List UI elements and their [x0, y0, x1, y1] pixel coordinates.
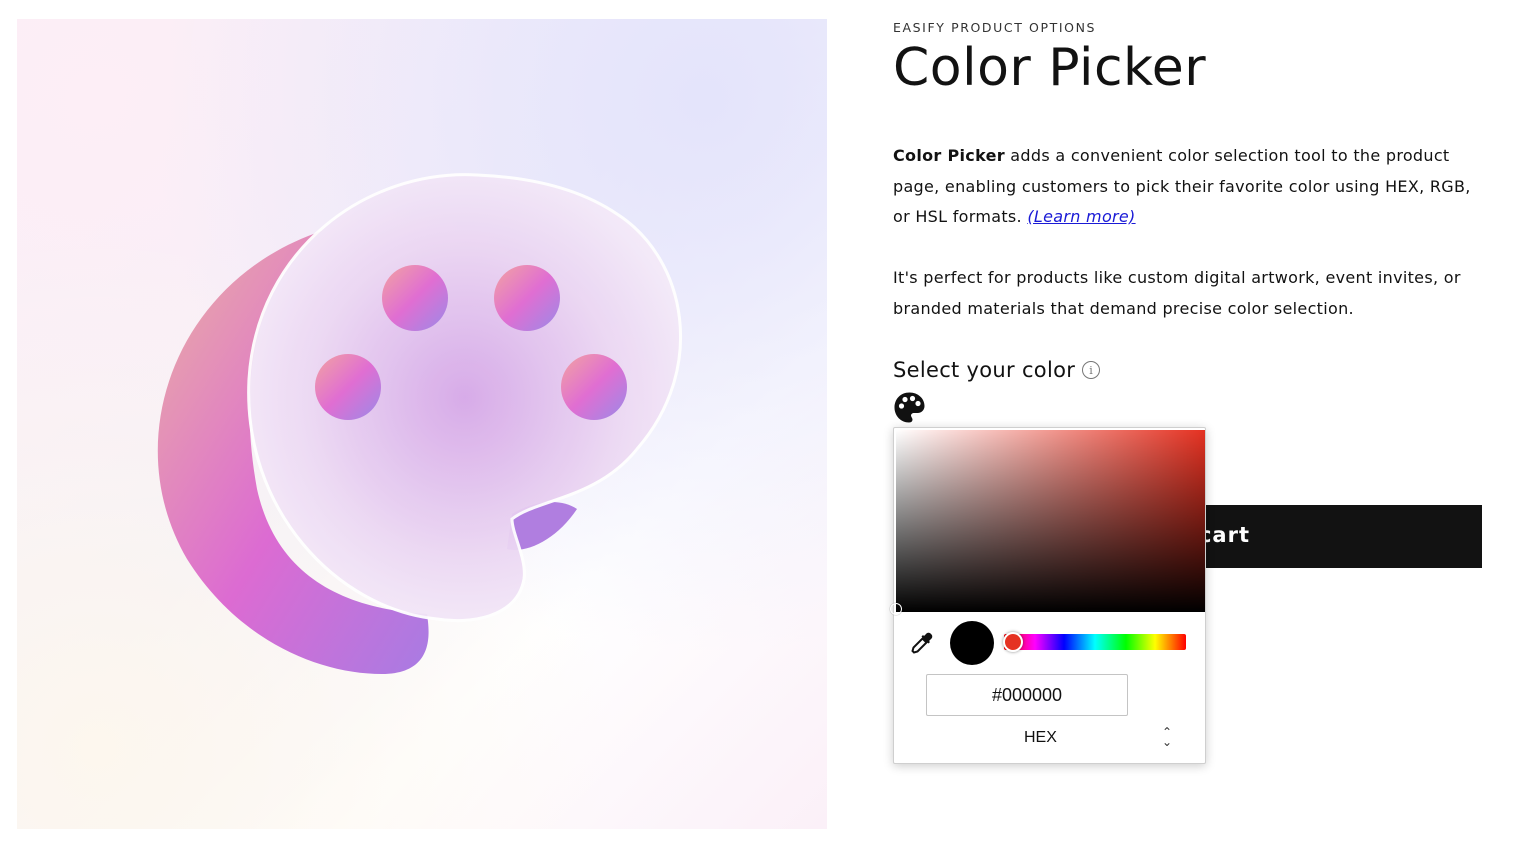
hue-slider[interactable] — [1004, 634, 1186, 650]
eyedropper-icon[interactable] — [911, 632, 933, 654]
saturation-area[interactable] — [890, 430, 1205, 615]
learn-more-link[interactable]: (Learn more) — [1027, 207, 1135, 226]
format-select[interactable]: HEX ⌃ ⌄ — [926, 724, 1172, 754]
hue-slider-thumb[interactable] — [1003, 632, 1023, 652]
description-bold: Color Picker — [893, 146, 1005, 165]
product-description: Color Picker adds a convenient color sel… — [893, 141, 1488, 233]
product-vendor: EASIFY PRODUCT OPTIONS — [893, 20, 1097, 35]
option-label: Select your color i — [893, 358, 1101, 382]
product-image — [17, 19, 827, 829]
format-select-value: HEX — [1024, 729, 1057, 746]
product-description-secondary: It's perfect for products like custom di… — [893, 268, 1461, 318]
option-label-text: Select your color — [893, 358, 1076, 382]
product-title: Color Picker — [893, 38, 1207, 98]
palette-dot — [561, 354, 627, 420]
info-icon[interactable]: i — [1082, 361, 1101, 379]
hex-input[interactable] — [926, 674, 1128, 716]
saturation-thumb[interactable] — [890, 603, 902, 615]
chevron-up-down-icon: ⌃ ⌄ — [1161, 725, 1172, 749]
palette-dot — [315, 354, 381, 420]
palette-icon[interactable] — [893, 391, 926, 424]
chat-palette-illustration — [157, 173, 683, 674]
current-color-swatch — [950, 621, 994, 665]
palette-dot — [494, 265, 560, 331]
color-picker-popover: HEX ⌃⌄ — [890, 427, 1206, 764]
palette-dot — [382, 265, 448, 331]
add-to-cart-label: cart — [1198, 523, 1250, 547]
